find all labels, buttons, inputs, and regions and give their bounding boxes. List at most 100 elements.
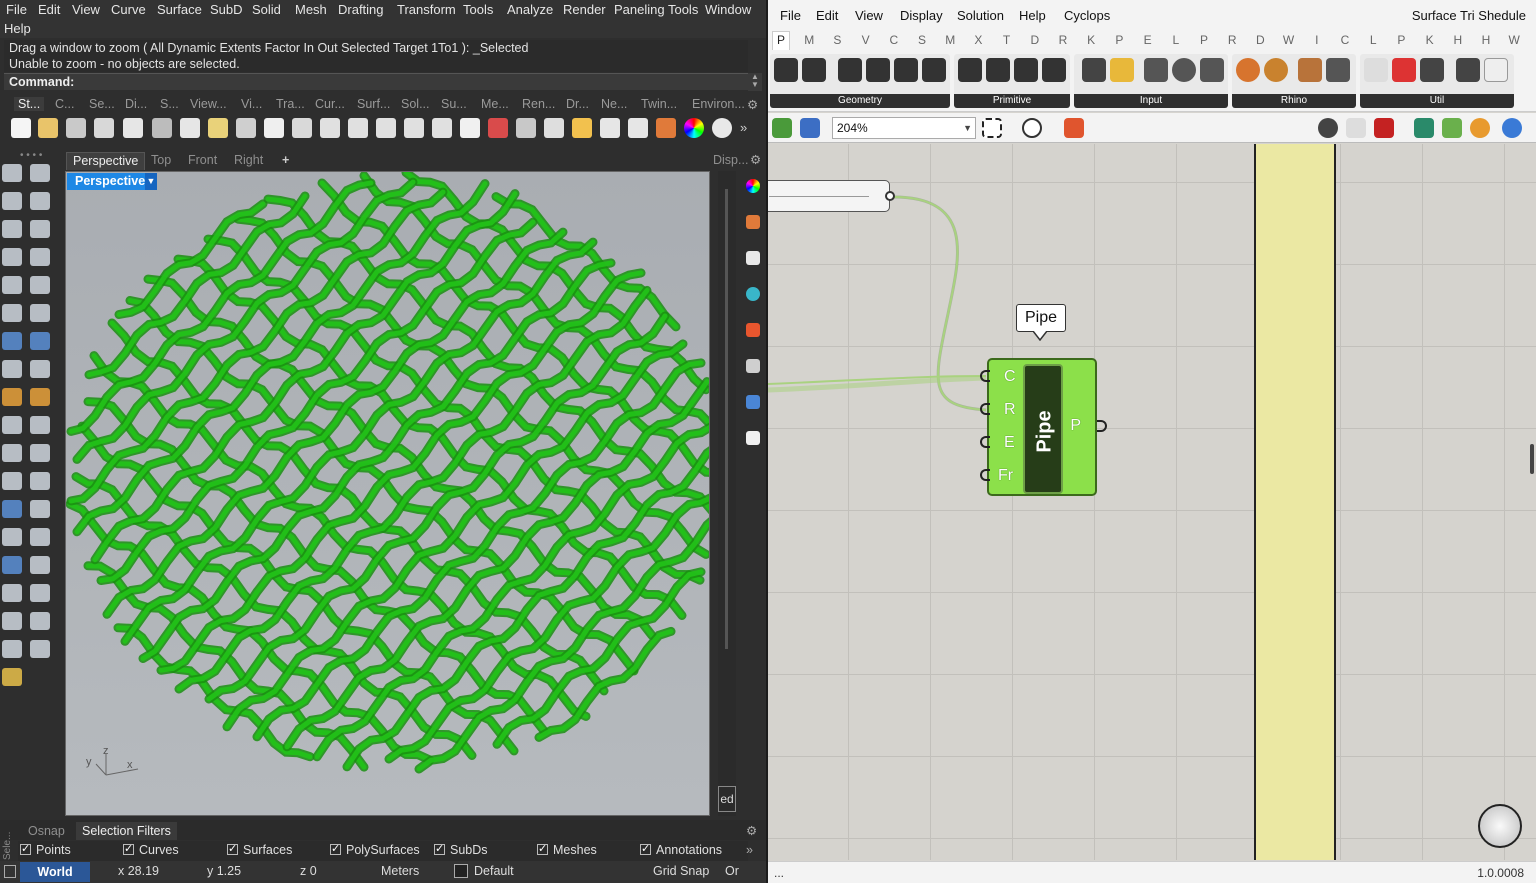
grid-snap-toggle[interactable]: Grid Snap [653,864,709,878]
grip-icon[interactable]: • • • • [20,150,42,161]
toolbar-tab-set-view[interactable]: Se... [89,97,115,111]
preview-wire-icon[interactable] [1346,118,1366,138]
panel-gear-icon[interactable]: ⚙ [740,822,763,840]
join-icon[interactable] [30,444,50,462]
gh-tab[interactable]: M [941,33,959,47]
zoom-level-select[interactable]: 204% ▼ [832,117,976,139]
gh-tab[interactable]: R [1223,33,1241,47]
filter-points[interactable]: Points [20,842,71,857]
open-file-icon[interactable] [38,118,58,138]
ribbon-group-label[interactable]: Rhino [1232,94,1356,108]
slider-output-grip[interactable] [885,191,895,201]
environment-panel-icon[interactable] [746,287,760,301]
gh-tab[interactable]: P [1195,33,1213,47]
input-param-icon[interactable] [1172,58,1196,82]
checkbox-icon[interactable] [123,842,134,855]
checkbox-icon[interactable] [434,842,445,855]
paint-brush-icon[interactable] [1064,118,1084,138]
four-viewports-icon[interactable] [460,118,480,138]
toolbar-tab-curve-tools[interactable]: Cur... [315,97,345,111]
rhino-menu-curve[interactable]: Curve [111,2,146,17]
ed-button[interactable]: ed [718,786,736,812]
open-file-icon[interactable] [772,118,792,138]
slider-track[interactable] [769,196,869,197]
viewport-tab-front[interactable]: Front [182,152,223,170]
gh-menu-file[interactable]: File [780,8,801,23]
input-param-icon[interactable] [1110,58,1134,82]
gh-tab[interactable]: P [772,31,790,50]
arrow-right-outline-icon[interactable] [1484,58,1508,82]
zoom-window-icon[interactable] [348,118,368,138]
new-file-icon[interactable] [11,118,31,138]
curve-icon[interactable] [30,192,50,210]
rhino-menu-paneling-tools[interactable]: Paneling Tools [614,2,698,17]
component-core[interactable]: Pipe [1023,364,1063,494]
viewport-tab-perspective[interactable]: Perspective [66,152,146,170]
viewport-menu-arrow-icon[interactable]: ▼ [145,173,157,190]
input-grip-r[interactable] [980,403,990,415]
rebuild-icon[interactable] [2,472,22,490]
scrollbar-thumb[interactable] [725,189,728,649]
rhino-menu-tools[interactable]: Tools [463,2,493,17]
add-viewport-tab-button[interactable]: + [276,152,295,170]
document-panel-icon[interactable] [746,431,760,445]
checkbox-icon[interactable] [227,842,238,855]
polygon-icon[interactable] [2,248,22,266]
gh-tab[interactable]: C [1336,33,1354,47]
input-port-frames[interactable]: Fr [998,467,1013,485]
status-units[interactable]: Meters [381,864,419,878]
gh-tab[interactable]: P [1110,33,1128,47]
undo-icon[interactable] [236,118,256,138]
help-panel-icon[interactable] [746,395,760,409]
gh-tab[interactable]: S [913,33,931,47]
toolbar-tab-visibility[interactable]: Vi... [241,97,262,111]
input-port-curve[interactable]: C [1004,368,1016,386]
ribbon-group-label[interactable]: Primitive [954,94,1070,108]
light-icon[interactable] [2,388,22,406]
toolbar-tab-display[interactable]: Di... [125,97,147,111]
primitive-param-icon[interactable] [986,58,1010,82]
pipe-component[interactable]: C R E Fr Pipe P [987,358,1097,496]
osnap-tab[interactable]: Osnap [22,822,71,840]
geometry-param-icon[interactable] [922,58,946,82]
rhino-menu-view[interactable]: View [72,2,100,17]
viewport-label[interactable]: Perspective [67,173,154,190]
gh-tab[interactable]: V [857,33,875,47]
zoom-extents-icon[interactable] [982,118,1002,138]
polyline-icon[interactable] [2,192,22,210]
input-grip-c[interactable] [980,370,990,382]
filter-annotations[interactable]: Annotations [640,842,722,857]
toolbar-tab-drafting[interactable]: Dr... [566,97,589,111]
filter-curves[interactable]: Curves [123,842,179,857]
input-grip-e[interactable] [980,436,990,448]
arc-icon[interactable] [2,276,22,294]
display-panel-icon[interactable] [746,251,760,265]
ribbon-group-label[interactable]: Geometry [770,94,950,108]
gumball-icon[interactable] [30,584,50,602]
pan-hand-icon[interactable] [264,118,284,138]
rhino-menu-transform[interactable]: Transform [397,2,456,17]
gh-menu-cyclops[interactable]: Cyclops [1064,8,1110,23]
input-port-radius[interactable]: R [1004,401,1016,419]
rhino-menu-render[interactable]: Render [563,2,606,17]
rhino-menu-solid[interactable]: Solid [252,2,281,17]
geometry-param-icon[interactable] [838,58,862,82]
status-layer[interactable]: Default [454,864,514,878]
toolbar-tab-render-tools[interactable]: Ren... [522,97,555,111]
light-bulb-icon[interactable] [600,118,620,138]
ribbon-group-label[interactable]: Util [1360,94,1514,108]
toolbar-tab-environment[interactable]: Environ... [692,97,745,111]
command-prompt[interactable]: Command: [4,73,748,90]
car-icon[interactable] [488,118,508,138]
cube-icon[interactable] [2,556,22,574]
toolbar-tab-select[interactable]: S... [160,97,179,111]
gh-tab[interactable]: L [1167,33,1185,47]
layout-icon[interactable] [123,118,143,138]
canvas-navigation-wheel[interactable] [1478,804,1522,848]
gh-tab[interactable]: L [1364,33,1382,47]
print-icon[interactable] [94,118,114,138]
cut-icon[interactable] [152,118,172,138]
point-icon[interactable] [30,164,50,182]
circle-icon[interactable] [2,220,22,238]
geometry-param-icon[interactable] [802,58,826,82]
